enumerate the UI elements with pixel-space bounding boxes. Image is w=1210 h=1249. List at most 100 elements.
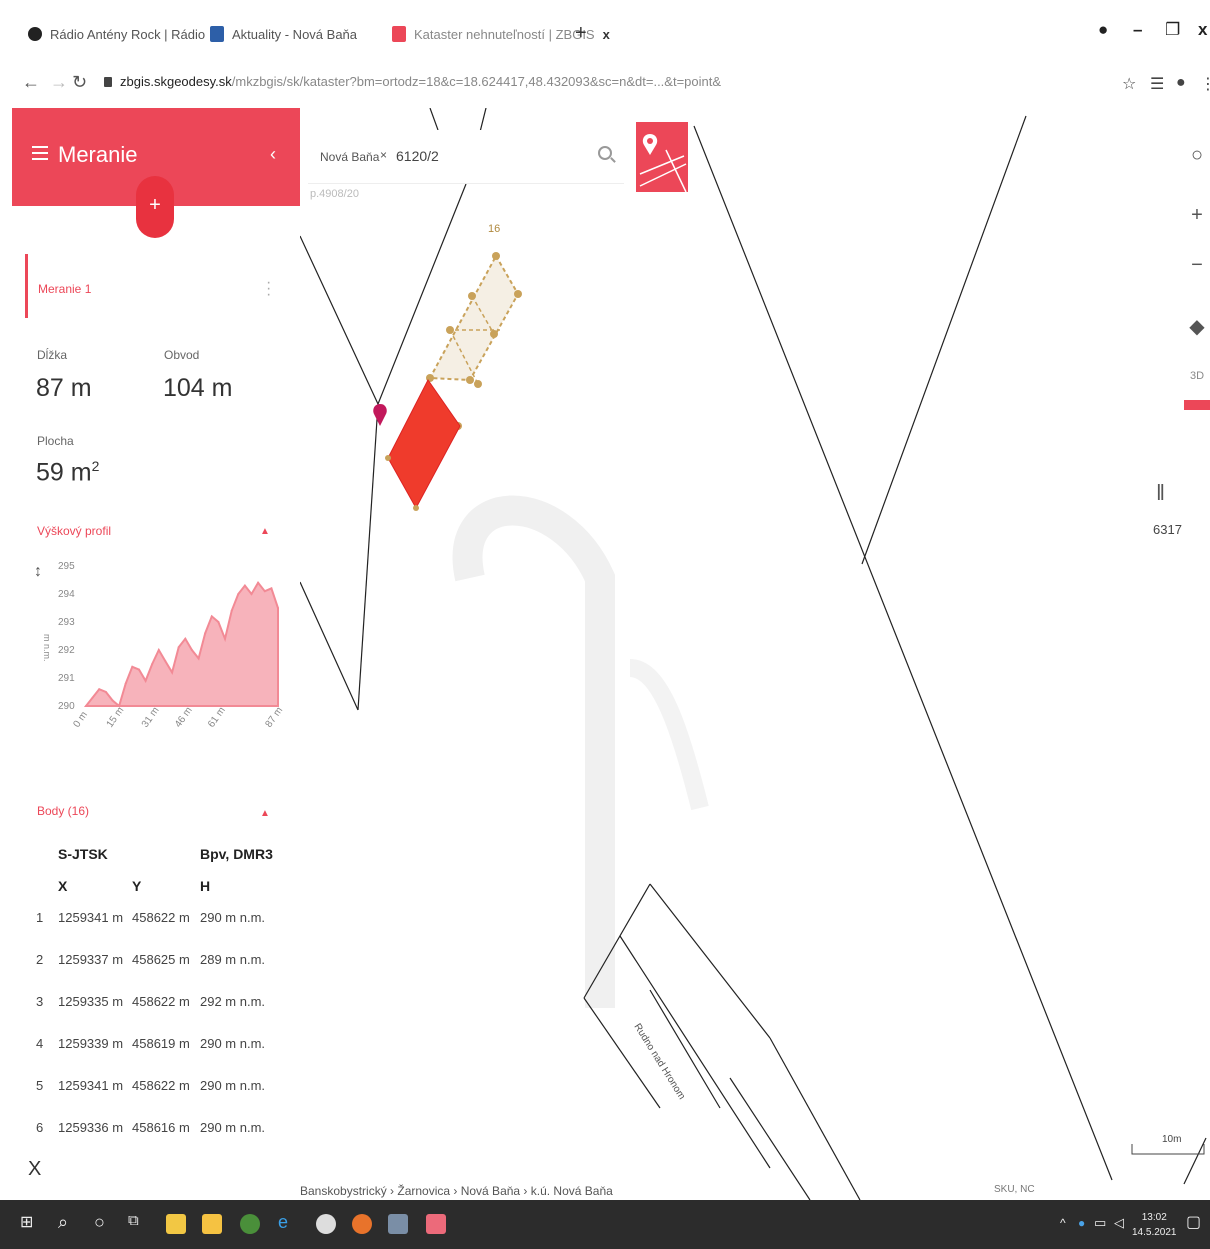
layers-icon[interactable]: ◆ [1184, 314, 1210, 339]
notifications-icon[interactable]: ▢ [1186, 1212, 1201, 1232]
tray-chevron-icon[interactable]: ^ [1060, 1216, 1066, 1230]
pen-app-icon[interactable] [316, 1214, 336, 1234]
elevation-profile-chart: ↕ m n.m. 290 291 292 293 294 295 0 m 15 m 31 m 46 m… [34, 556, 284, 756]
perimeter-value: 104 m [163, 374, 233, 402]
y-tick-label: 292 [58, 645, 75, 656]
3d-toggle[interactable]: 3D [1184, 370, 1210, 382]
scale-label: 10m [1162, 1134, 1181, 1145]
measurement-name: Meranie 1 [38, 282, 92, 296]
boundary-line [300, 235, 379, 405]
store-icon[interactable] [166, 1214, 186, 1234]
search-icon[interactable] [598, 146, 612, 160]
parcel-number: 6317 [1153, 522, 1182, 537]
close-window-button[interactable]: x [1198, 20, 1207, 40]
reload-icon[interactable]: ↻ [72, 72, 87, 93]
calculator-icon[interactable] [388, 1214, 408, 1234]
breadcrumb[interactable]: Banskobystrický › Žarnovica › Nová Baňa … [300, 1184, 613, 1198]
vertex-handle[interactable] [385, 455, 391, 461]
profile-point [98, 688, 101, 691]
profile-point [91, 696, 94, 699]
tab-radio[interactable]: Rádio Antény Rock | Rádio x [28, 22, 220, 46]
add-measurement-button[interactable]: + [136, 176, 174, 238]
chrome-icon[interactable] [240, 1214, 260, 1234]
network-icon[interactable]: ● [1078, 1216, 1085, 1230]
y-tick-label: 290 [58, 701, 75, 712]
y-tick-label: 291 [58, 673, 75, 684]
star-icon[interactable]: ☆ [1122, 74, 1136, 94]
restore-button[interactable]: ❐ [1165, 20, 1180, 40]
vertex-handle[interactable] [474, 380, 482, 388]
vertex-handle[interactable] [446, 326, 454, 334]
profile-point [204, 632, 207, 635]
display-icon[interactable]: ▭ [1094, 1215, 1106, 1231]
vertex-handle[interactable] [492, 252, 500, 260]
parcel-info-button[interactable] [636, 122, 688, 192]
vertex-top-label: 16 [488, 223, 500, 235]
firefox-icon[interactable] [352, 1214, 372, 1234]
remove-chip-icon[interactable]: × [380, 148, 387, 162]
reading-list-icon[interactable]: ☰ [1150, 74, 1164, 94]
x-tick-label: 46 m [173, 705, 195, 730]
paint-icon[interactable] [426, 1214, 446, 1234]
forward-arrow-icon[interactable]: → [50, 72, 68, 93]
taskbar-search-icon[interactable]: ⌕ [58, 1212, 68, 1233]
cell-h: 290 m n.m. [200, 1078, 266, 1093]
boundary-line [479, 108, 487, 133]
file-explorer-icon[interactable] [202, 1214, 222, 1234]
cell-h: 290 m n.m. [200, 1036, 266, 1051]
address-bar: ← → ↻ zbgis.skgeodesy.sk/mkzbgis/sk/kata… [0, 62, 1210, 106]
vertex-handle[interactable] [490, 330, 498, 338]
table-row: 1 1259341 m 458622 m 290 m n.m. [36, 910, 276, 930]
clock[interactable]: 13:02 14.5.2021 [1132, 1210, 1177, 1240]
x-tick-label: 0 m [71, 710, 90, 730]
cell-x: 1259337 m [58, 952, 124, 967]
profile-point [250, 593, 253, 595]
minimize-button[interactable]: – [1133, 20, 1142, 40]
points-toggle-icon[interactable]: ▲ [260, 808, 270, 819]
volume-icon[interactable]: ◁ [1114, 1215, 1124, 1231]
boundary-line [649, 989, 721, 1109]
kebab-menu-icon[interactable]: · · · [266, 275, 271, 303]
measurement-item[interactable]: Meranie 1 · · · [25, 254, 273, 318]
profile-toggle-icon[interactable]: ▲ [260, 526, 270, 537]
windows-start-icon[interactable]: ⊞ [20, 1212, 33, 1232]
boundary-line [429, 108, 439, 131]
collapse-panel-icon[interactable]: ‹ [270, 144, 276, 165]
parcel-search-box[interactable]: Nová Baňa × 6120/2 [308, 130, 624, 184]
pin-icon [642, 134, 658, 155]
elevation-profile-svg: ↕ m n.m. 290 291 292 293 294 295 0 m 15 m 31 m 46 m… [34, 561, 284, 730]
location-pin-icon[interactable] [373, 404, 387, 426]
search-input[interactable]: 6120/2 [396, 148, 439, 164]
edge-icon[interactable]: e [278, 1212, 288, 1233]
tab-label: Kataster nehnuteľností | ZBGIS [414, 26, 595, 42]
vertex-handle[interactable] [468, 292, 476, 300]
back-arrow-icon[interactable]: ← [22, 72, 40, 93]
task-view-icon[interactable]: ⧉ [128, 1212, 139, 1229]
vertex-handle[interactable] [514, 290, 522, 298]
locate-icon[interactable]: ○ [1184, 144, 1210, 167]
cell-y: 458622 m [132, 910, 190, 925]
vertex-handle[interactable] [466, 376, 474, 384]
zoom-in-button[interactable]: + [1184, 204, 1210, 227]
profile-icon[interactable]: ● [1176, 74, 1186, 92]
height-system-header: Bpv, DMR3 [200, 846, 273, 862]
url-field[interactable]: zbgis.skgeodesy.sk/mkzbgis/sk/kataster?b… [104, 74, 721, 89]
cell-y: 458622 m [132, 994, 190, 1009]
menu-icon[interactable] [32, 146, 48, 160]
cortana-icon[interactable]: ○ [94, 1212, 105, 1233]
zoom-out-button[interactable]: − [1184, 254, 1210, 277]
account-icon[interactable]: ● [1098, 20, 1108, 40]
cell-n: 3 [36, 994, 44, 1009]
tab-aktuality[interactable]: Aktuality - Nová Baňa x [210, 22, 406, 46]
profile-point [230, 609, 233, 612]
points-title: Body (16) [37, 804, 90, 818]
close-panel-button[interactable]: X [28, 1158, 41, 1181]
col-h-header: H [200, 878, 211, 894]
selected-parcel[interactable] [387, 379, 461, 510]
close-icon[interactable]: x [603, 27, 610, 42]
boundary-line [861, 115, 1027, 565]
vertex-handle[interactable] [413, 505, 419, 511]
more-icon[interactable]: ⋮ [1200, 74, 1210, 94]
new-tab-button[interactable]: + [575, 22, 587, 45]
map-canvas[interactable]: 16 Rudno nad Hronom 10m Nová Baňa × 6120… [300, 108, 1210, 1200]
